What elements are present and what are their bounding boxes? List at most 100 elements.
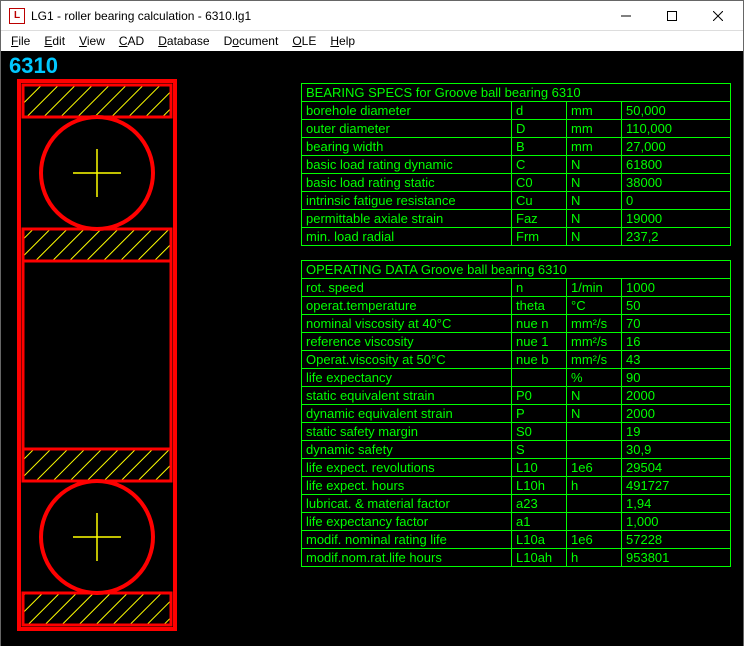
menu-view[interactable]: View	[73, 33, 111, 49]
table-row: life expectancy factora11,000	[302, 513, 731, 531]
row-symbol: C0	[512, 174, 567, 192]
row-label: bearing width	[302, 138, 512, 156]
row-value: 43	[622, 351, 731, 369]
menu-database[interactable]: Database	[152, 33, 215, 49]
specs-title: BEARING SPECS for Groove ball bearing 63…	[302, 84, 731, 102]
row-label: nominal viscosity at 40°C	[302, 315, 512, 333]
row-label: dynamic safety	[302, 441, 512, 459]
row-label: life expectancy	[302, 369, 512, 387]
row-unit: mm	[567, 138, 622, 156]
row-symbol: theta	[512, 297, 567, 315]
row-value: 70	[622, 315, 731, 333]
row-unit	[567, 423, 622, 441]
row-symbol: nue b	[512, 351, 567, 369]
row-unit: mm	[567, 102, 622, 120]
table-row: lubricat. & material factora23 1,94	[302, 495, 731, 513]
row-unit: N	[567, 174, 622, 192]
row-symbol	[512, 369, 567, 387]
specs-table: BEARING SPECS for Groove ball bearing 63…	[301, 83, 731, 246]
row-symbol: L10h	[512, 477, 567, 495]
table-row: bearing widthBmm 27,000	[302, 138, 731, 156]
row-label: Operat.viscosity at 50°C	[302, 351, 512, 369]
app-icon: L	[9, 8, 25, 24]
table-row: reference viscositynue 1mm²/s16	[302, 333, 731, 351]
row-label: life expectancy factor	[302, 513, 512, 531]
row-unit: mm²/s	[567, 333, 622, 351]
row-symbol: a23	[512, 495, 567, 513]
row-unit	[567, 441, 622, 459]
row-symbol: B	[512, 138, 567, 156]
row-label: life expect. revolutions	[302, 459, 512, 477]
row-symbol: C	[512, 156, 567, 174]
table-row: modif. nominal rating lifeL10a1e657228	[302, 531, 731, 549]
row-value: 1000	[622, 279, 731, 297]
row-label: basic load rating dynamic	[302, 156, 512, 174]
table-row: basic load rating dynamicCN61800	[302, 156, 731, 174]
row-value: 953801	[622, 549, 731, 567]
row-symbol: Faz	[512, 210, 567, 228]
table-row: life expect. revolutionsL101e629504	[302, 459, 731, 477]
row-unit: h	[567, 549, 622, 567]
row-value: 19000	[622, 210, 731, 228]
row-label: modif. nominal rating life	[302, 531, 512, 549]
maximize-button[interactable]	[649, 1, 695, 31]
row-value: 1,94	[622, 495, 731, 513]
row-symbol: S	[512, 441, 567, 459]
row-value: 57228	[622, 531, 731, 549]
row-value: 2000	[622, 405, 731, 423]
row-symbol: Cu	[512, 192, 567, 210]
row-unit	[567, 513, 622, 531]
row-value: 16	[622, 333, 731, 351]
row-label: intrinsic fatigue resistance	[302, 192, 512, 210]
row-unit: %	[567, 369, 622, 387]
maximize-icon	[667, 11, 677, 21]
row-unit: N	[567, 405, 622, 423]
row-unit: N	[567, 156, 622, 174]
row-symbol: Frm	[512, 228, 567, 246]
row-symbol: L10	[512, 459, 567, 477]
minimize-button[interactable]	[603, 1, 649, 31]
row-unit: N	[567, 210, 622, 228]
table-row: min. load radialFrmN237,2	[302, 228, 731, 246]
row-label: rot. speed	[302, 279, 512, 297]
row-label: basic load rating static	[302, 174, 512, 192]
minimize-icon	[621, 11, 631, 21]
row-symbol: L10ah	[512, 549, 567, 567]
menu-ole[interactable]: OLE	[286, 33, 322, 49]
row-symbol: a1	[512, 513, 567, 531]
row-unit: h	[567, 477, 622, 495]
row-value: 237,2	[622, 228, 731, 246]
row-symbol: nue 1	[512, 333, 567, 351]
row-label: dynamic equivalent strain	[302, 405, 512, 423]
row-label: life expect. hours	[302, 477, 512, 495]
table-row: nominal viscosity at 40°Cnue nmm²/s70	[302, 315, 731, 333]
row-unit: mm	[567, 120, 622, 138]
menu-document[interactable]: Document	[218, 33, 285, 49]
row-label: borehole diameter	[302, 102, 512, 120]
close-button[interactable]	[695, 1, 741, 31]
row-value: 27,000	[622, 138, 731, 156]
row-label: reference viscosity	[302, 333, 512, 351]
drawing-canvas: 6310	[1, 51, 743, 646]
row-unit: N	[567, 387, 622, 405]
menu-file[interactable]: File	[5, 33, 36, 49]
table-row: life expect. hoursL10hh491727	[302, 477, 731, 495]
row-value: 2000	[622, 387, 731, 405]
row-symbol: nue n	[512, 315, 567, 333]
row-unit: 1e6	[567, 531, 622, 549]
row-unit: mm²/s	[567, 351, 622, 369]
menu-cad[interactable]: CAD	[113, 33, 150, 49]
table-row: operat.temperaturetheta°C50	[302, 297, 731, 315]
table-row: outer diameterDmm110,000	[302, 120, 731, 138]
row-unit: °C	[567, 297, 622, 315]
row-symbol: P	[512, 405, 567, 423]
row-symbol: d	[512, 102, 567, 120]
table-row: borehole diameterdmm 50,000	[302, 102, 731, 120]
row-label: modif.nom.rat.life hours	[302, 549, 512, 567]
row-unit: mm²/s	[567, 315, 622, 333]
row-label: min. load radial	[302, 228, 512, 246]
menu-edit[interactable]: Edit	[38, 33, 71, 49]
menu-help[interactable]: Help	[324, 33, 361, 49]
table-row: modif.nom.rat.life hoursL10ahh953801	[302, 549, 731, 567]
window-controls	[603, 1, 741, 31]
